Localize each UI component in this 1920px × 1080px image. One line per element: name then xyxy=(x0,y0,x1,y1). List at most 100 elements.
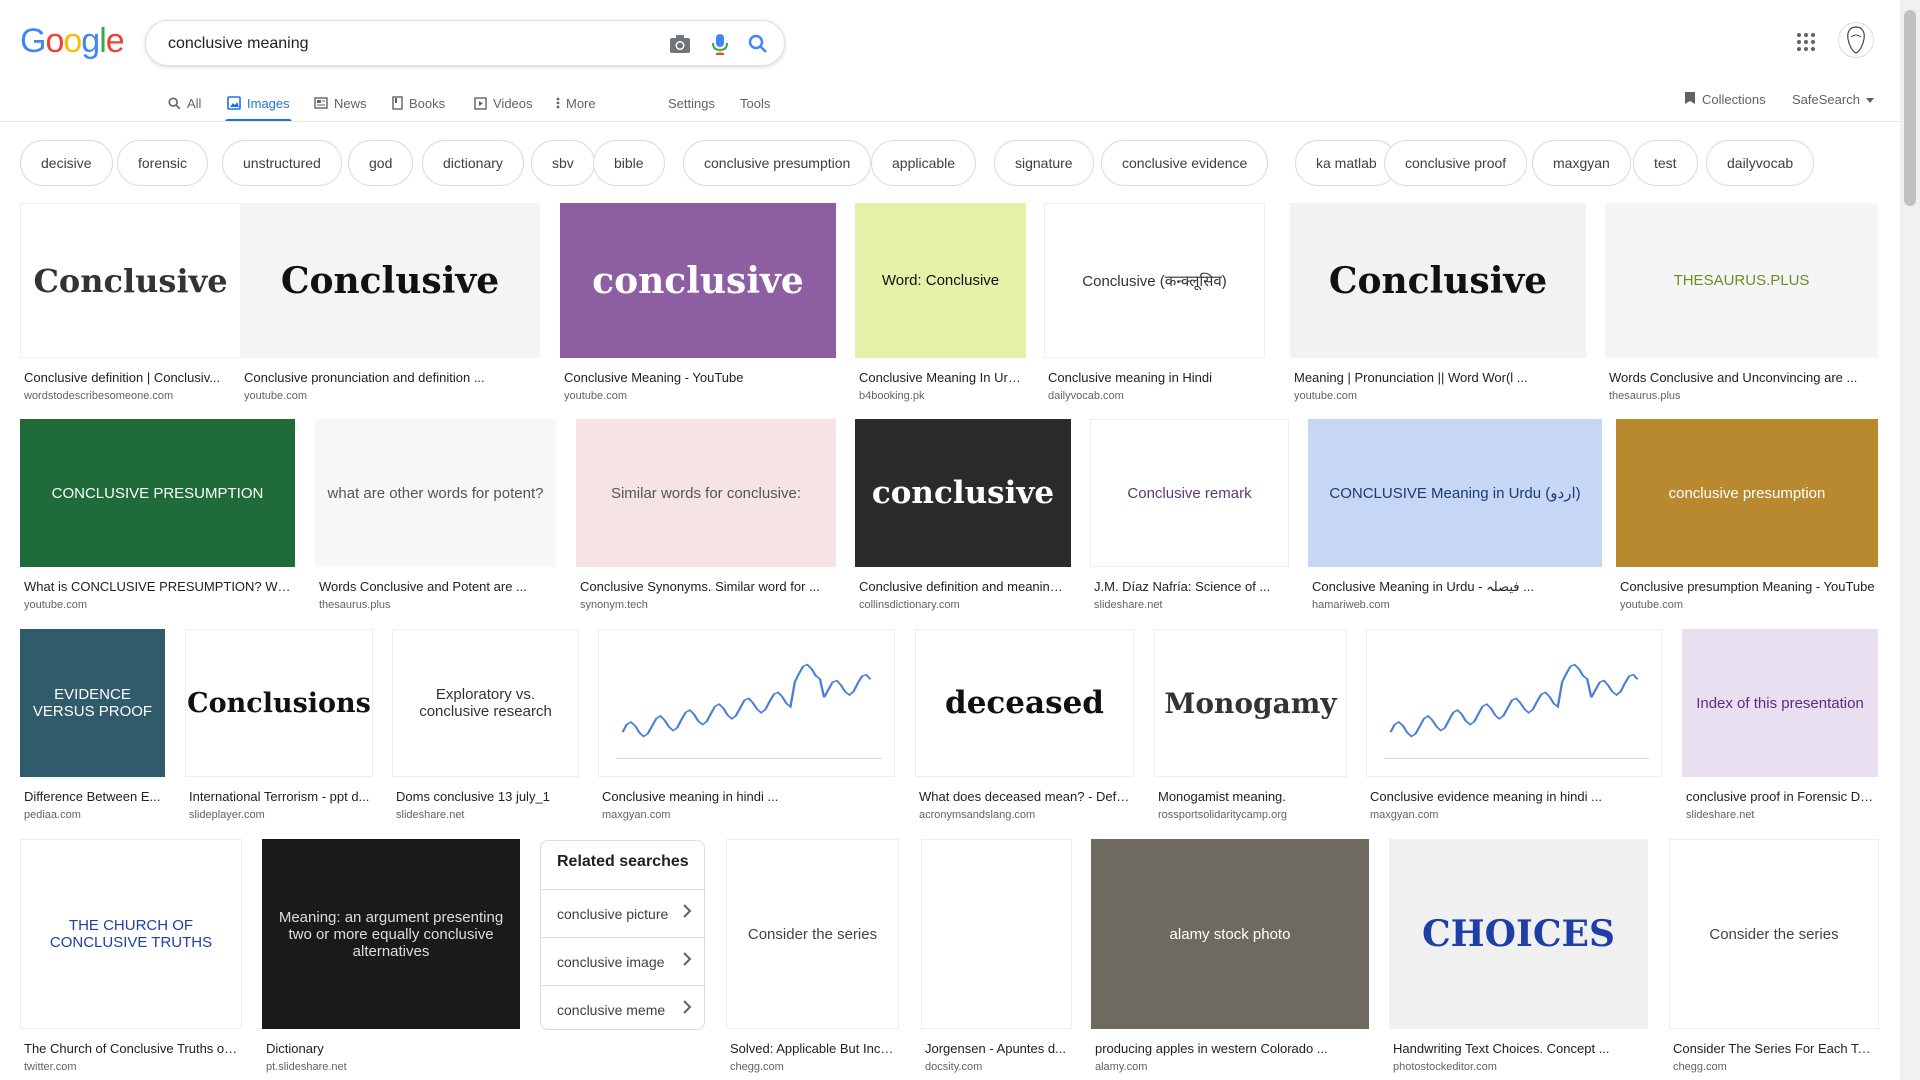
result-source[interactable]: slideshare.net xyxy=(1094,599,1287,611)
result-title-link[interactable]: Difference Between E... xyxy=(24,789,163,804)
result-source[interactable]: photostockeditor.com xyxy=(1393,1061,1646,1073)
result-source[interactable]: alamy.com xyxy=(1095,1061,1367,1073)
safesearch-dropdown[interactable]: SafeSearch xyxy=(1792,84,1874,114)
result-source[interactable]: dailyvocab.com xyxy=(1048,390,1263,402)
chip-sbv[interactable]: sbv xyxy=(531,140,595,186)
chip-applicable[interactable]: applicable xyxy=(871,140,977,186)
result-source[interactable]: thesaurus.plus xyxy=(1609,390,1876,402)
result-source[interactable]: chegg.com xyxy=(730,1061,897,1073)
result-thumbnail[interactable]: CONCLUSIVE Meaning in Urdu (اردو) xyxy=(1308,419,1602,567)
result-thumbnail[interactable]: Conclusive xyxy=(240,203,540,358)
microphone-icon[interactable] xyxy=(708,32,732,56)
result-thumbnail[interactable]: Index of this presentation xyxy=(1682,629,1878,777)
chip-maxgyan[interactable]: maxgyan xyxy=(1532,140,1631,186)
result-title-link[interactable]: Conclusive presumption Meaning - YouTube xyxy=(1620,579,1876,594)
tab-videos[interactable]: Videos xyxy=(474,84,533,122)
result-title-link[interactable]: Doms conclusive 13 july_1 xyxy=(396,789,577,804)
result-thumbnail[interactable]: deceased xyxy=(915,629,1134,777)
result-thumbnail[interactable]: Consider the series xyxy=(726,839,899,1029)
chip-dictionary[interactable]: dictionary xyxy=(422,140,524,186)
result-title-link[interactable]: What does deceased mean? - Defin... xyxy=(919,789,1132,804)
result-thumbnail[interactable]: Conclusive xyxy=(1290,203,1586,358)
chip-conclusive-proof[interactable]: conclusive proof xyxy=(1384,140,1528,186)
result-thumbnail[interactable]: Monogamy xyxy=(1154,629,1347,777)
page-scrollbar[interactable] xyxy=(1900,0,1920,1080)
result-source[interactable]: rossportsolidaritycamp.org xyxy=(1158,809,1345,821)
related-search-item[interactable]: conclusive picture xyxy=(541,889,706,937)
collections-button[interactable]: Collections xyxy=(1684,84,1766,114)
result-thumbnail[interactable]: EVIDENCE VERSUS PROOF xyxy=(20,629,165,777)
apps-grid-icon[interactable] xyxy=(1794,30,1818,54)
result-title-link[interactable]: What is CONCLUSIVE PRESUMPTION? Wha... xyxy=(24,579,293,594)
tab-news[interactable]: News xyxy=(314,84,367,122)
result-title-link[interactable]: Conclusive Synonyms. Similar word for ..… xyxy=(580,579,834,594)
result-source[interactable]: thesaurus.plus xyxy=(319,599,554,611)
result-thumbnail[interactable]: Conclusive (कन्क्लूसिव) xyxy=(1044,203,1265,358)
result-source[interactable]: maxgyan.com xyxy=(602,809,893,821)
chip-dailyvocab[interactable]: dailyvocab xyxy=(1706,140,1815,186)
google-logo[interactable]: Google xyxy=(20,22,125,61)
result-title-link[interactable]: J.M. Díaz Nafría: Science of ... xyxy=(1094,579,1287,594)
result-title-link[interactable]: Conclusive Meaning In Urd... xyxy=(859,370,1024,385)
result-thumbnail[interactable]: conclusive xyxy=(560,203,836,358)
result-title-link[interactable]: Conclusive definition and meaning ... xyxy=(859,579,1069,594)
result-thumbnail[interactable]: Similar words for conclusive: xyxy=(576,419,836,567)
result-title-link[interactable]: Solved: Applicable But Inco... xyxy=(730,1041,897,1056)
tab-books[interactable]: Books xyxy=(392,84,445,122)
result-title-link[interactable]: Words Conclusive and Unconvincing are ..… xyxy=(1609,370,1876,385)
result-title-link[interactable]: Conclusive definition | Conclusiv... xyxy=(24,370,239,385)
result-source[interactable]: youtube.com xyxy=(24,599,293,611)
result-source[interactable]: acronymsandslang.com xyxy=(919,809,1132,821)
tab-more[interactable]: More xyxy=(556,84,596,122)
result-source[interactable]: pt.slideshare.net xyxy=(266,1061,518,1073)
result-title-link[interactable]: Words Conclusive and Potent are ... xyxy=(319,579,554,594)
result-source[interactable]: chegg.com xyxy=(1673,1061,1877,1073)
chip-god[interactable]: god xyxy=(348,140,414,186)
result-thumbnail[interactable]: Exploratory vs. conclusive research xyxy=(392,629,579,777)
chip-decisive[interactable]: decisive xyxy=(20,140,113,186)
related-search-item[interactable]: conclusive meme xyxy=(541,985,706,1033)
account-avatar[interactable] xyxy=(1838,22,1874,58)
result-thumbnail[interactable]: conclusive presumption xyxy=(1616,419,1878,567)
result-title-link[interactable]: Conclusive evidence meaning in hindi ... xyxy=(1370,789,1660,804)
chip-conclusive-presumption[interactable]: conclusive presumption xyxy=(683,140,872,186)
result-title-link[interactable]: Conclusive meaning in Hindi xyxy=(1048,370,1263,385)
tab-settings[interactable]: Settings xyxy=(668,84,715,122)
scrollbar-thumb[interactable] xyxy=(1904,10,1916,206)
chip-unstructured[interactable]: unstructured xyxy=(222,140,342,186)
result-title-link[interactable]: Jorgensen - Apuntes d... xyxy=(925,1041,1070,1056)
result-title-link[interactable]: Conclusive meaning in hindi ... xyxy=(602,789,893,804)
result-thumbnail[interactable]: THE CHURCH OF CONCLUSIVE TRUTHS xyxy=(20,839,242,1029)
related-search-item[interactable]: conclusive image xyxy=(541,937,706,985)
result-source[interactable]: synonym.tech xyxy=(580,599,834,611)
result-source[interactable]: slideshare.net xyxy=(1686,809,1876,821)
search-input[interactable] xyxy=(166,31,636,57)
result-title-link[interactable]: producing apples in western Colorado ... xyxy=(1095,1041,1367,1056)
result-source[interactable]: pediaa.com xyxy=(24,809,163,821)
tab-all[interactable]: All xyxy=(168,84,201,122)
result-source[interactable]: hamariweb.com xyxy=(1312,599,1600,611)
result-thumbnail[interactable] xyxy=(1366,629,1662,777)
result-title-link[interactable]: Dictionary xyxy=(266,1041,518,1056)
result-title-link[interactable]: Monogamist meaning. xyxy=(1158,789,1345,804)
result-source[interactable]: slideplayer.com xyxy=(189,809,371,821)
result-title-link[interactable]: Consider The Series For Each Tes... xyxy=(1673,1041,1877,1056)
chip-forensic[interactable]: forensic xyxy=(117,140,209,186)
result-source[interactable]: collinsdictionary.com xyxy=(859,599,1069,611)
chip-ka-matlab[interactable]: ka matlab xyxy=(1295,140,1398,186)
chip-conclusive-evidence[interactable]: conclusive evidence xyxy=(1101,140,1269,186)
camera-icon[interactable] xyxy=(668,32,692,56)
result-thumbnail[interactable] xyxy=(598,629,895,777)
tab-tools[interactable]: Tools xyxy=(740,84,770,122)
result-title-link[interactable]: The Church of Conclusive Truths on ... xyxy=(24,1041,240,1056)
result-thumbnail[interactable]: what are other words for potent? xyxy=(315,419,556,567)
result-source[interactable]: maxgyan.com xyxy=(1370,809,1660,821)
result-thumbnail[interactable]: CONCLUSIVE PRESUMPTION xyxy=(20,419,295,567)
result-thumbnail[interactable]: Conclusions xyxy=(185,629,373,777)
result-source[interactable]: docsity.com xyxy=(925,1061,1070,1073)
chip-test[interactable]: test xyxy=(1633,140,1698,186)
result-title-link[interactable]: Conclusive Meaning - YouTube xyxy=(564,370,834,385)
tab-images[interactable]: Images xyxy=(225,84,292,122)
result-title-link[interactable]: conclusive proof in Forensic Da... xyxy=(1686,789,1876,804)
result-thumbnail[interactable]: Meaning: an argument presenting two or m… xyxy=(262,839,520,1029)
